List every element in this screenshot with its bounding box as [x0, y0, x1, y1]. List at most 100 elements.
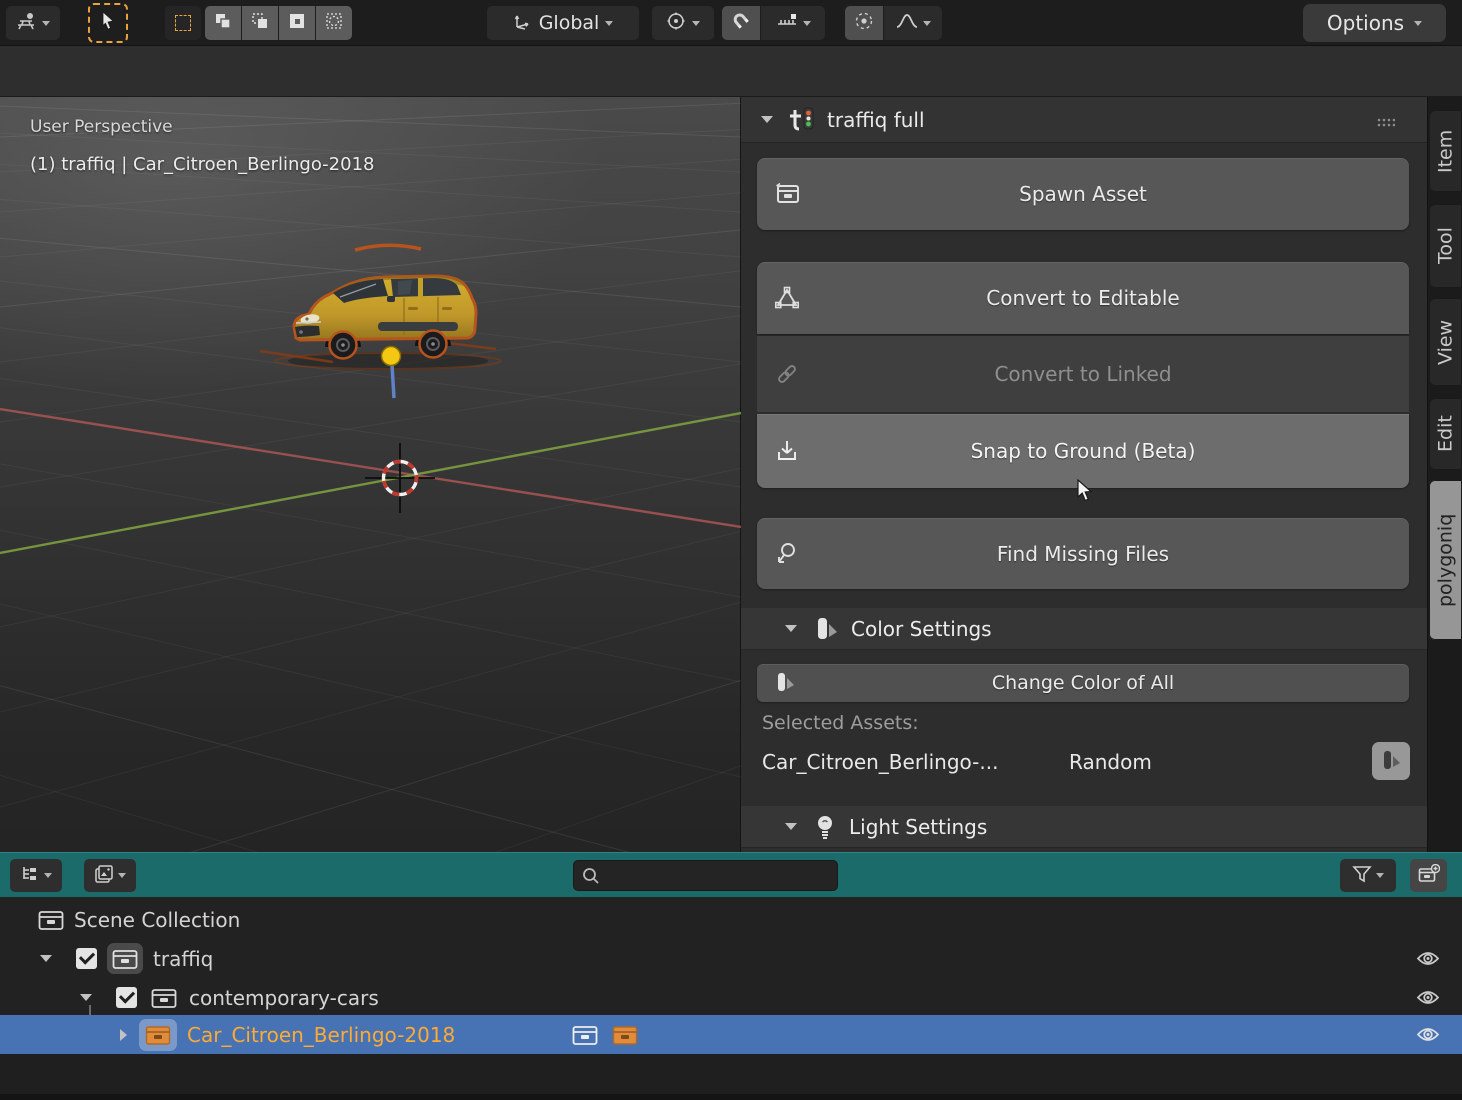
- outliner-search-input[interactable]: [573, 860, 838, 891]
- contemporary-cars-checkbox[interactable]: [116, 987, 137, 1008]
- chevron-down-icon: [44, 873, 52, 878]
- traffiq-logo-icon: [787, 105, 817, 135]
- outliner-row-traffiq[interactable]: traffiq: [0, 939, 1462, 978]
- proportional-edit-toggle[interactable]: [845, 6, 883, 40]
- mouse-cursor: [1076, 479, 1098, 507]
- sidebar-tab-strip: Item Tool View Edit polygoniq: [1427, 97, 1462, 852]
- snap-toggle-button[interactable]: [722, 6, 760, 40]
- chevron-down-icon: [1414, 21, 1422, 26]
- selected-asset-color-mode: Random: [1069, 750, 1152, 774]
- select-intersect-icon: [325, 12, 343, 34]
- mesh-data-icon: [775, 286, 799, 310]
- outliner-editor-type-button[interactable]: [10, 859, 62, 892]
- viewport-canvas[interactable]: User Perspective (1) traffiq | Car_Citro…: [0, 97, 741, 852]
- tab-item[interactable]: Item: [1429, 110, 1462, 192]
- light-settings-section-header[interactable]: Light Settings: [741, 806, 1427, 848]
- select-mode-invert-icon-button[interactable]: [279, 6, 315, 40]
- row-label: traffiq: [153, 947, 213, 971]
- traffiq-checkbox[interactable]: [76, 948, 97, 969]
- collection-instance-data-icon[interactable]: [612, 1024, 638, 1046]
- disclosure-down-icon[interactable]: [40, 955, 52, 962]
- funnel-icon: [1352, 865, 1372, 887]
- disclosure-down-icon: [785, 625, 797, 632]
- pivot-point-dropdown[interactable]: [652, 6, 714, 40]
- falloff-curve-icon: [896, 12, 918, 34]
- orientation-label: Global: [539, 12, 600, 34]
- eye-icon[interactable]: [1416, 950, 1440, 967]
- selected-asset-name: Car_Citroen_Berlingo-...: [762, 750, 998, 774]
- grip-dots-icon[interactable]: [1377, 113, 1395, 132]
- tab-tool-label: Tool: [1435, 228, 1457, 265]
- new-collection-button[interactable]: [1410, 859, 1447, 892]
- photos-icon: [94, 864, 114, 888]
- traffiq-panel-header[interactable]: traffiq full: [741, 97, 1427, 143]
- select-set-icon: [175, 15, 191, 31]
- eye-icon[interactable]: [1416, 1026, 1440, 1043]
- spawn-asset-button[interactable]: Spawn Asset: [757, 158, 1409, 230]
- select-mode-group: [205, 6, 352, 40]
- tab-view[interactable]: View: [1429, 298, 1462, 386]
- select-mode-subtract-button[interactable]: [242, 6, 278, 40]
- snap-to-ground-button[interactable]: Snap to Ground (Beta): [757, 414, 1409, 488]
- outliner-filter-button[interactable]: [1340, 859, 1396, 892]
- collection-instance-icon: [139, 1019, 177, 1051]
- collection-data-icon[interactable]: [572, 1024, 598, 1046]
- axis-y-green: [0, 413, 741, 553]
- asset-color-swatch-button[interactable]: [1372, 742, 1410, 780]
- change-color-of-all-button[interactable]: Change Color of All: [757, 664, 1409, 702]
- color-swatch-icon: [813, 616, 839, 642]
- editor-type-selector[interactable]: [6, 6, 60, 40]
- tab-tool[interactable]: Tool: [1429, 204, 1462, 288]
- magnet-icon: [731, 11, 751, 35]
- selected-assets-label: Selected Assets:: [762, 712, 919, 734]
- tool-settings-bar: Global: [0, 0, 1462, 46]
- select-mode-intersect-button[interactable]: [316, 6, 352, 40]
- select-mode-extend-button[interactable]: [205, 6, 241, 40]
- outliner-row-contemporary-cars[interactable]: contemporary-cars: [0, 978, 1462, 1017]
- falloff-dropdown[interactable]: [884, 6, 942, 40]
- view-perspective-label: User Perspective: [30, 117, 173, 137]
- snap-target-dropdown[interactable]: [761, 6, 825, 40]
- chevron-down-icon: [1376, 873, 1384, 878]
- eye-icon[interactable]: [1416, 989, 1440, 1006]
- collection-icon: [38, 909, 64, 931]
- axis-x-red: [0, 409, 741, 527]
- asset-box-icon: [775, 182, 801, 206]
- snap-to-ground-label: Snap to Ground (Beta): [971, 439, 1196, 463]
- color-swatch-icon: [1381, 750, 1401, 772]
- proportional-edit-icon: [854, 11, 874, 35]
- options-button[interactable]: Options: [1303, 4, 1446, 42]
- search-icon: [581, 866, 601, 890]
- select-mode-set-button[interactable]: [165, 6, 201, 40]
- chevron-down-icon: [803, 21, 811, 26]
- tab-polygoniq[interactable]: polygoniq: [1429, 480, 1462, 640]
- convert-to-editable-button[interactable]: Convert to Editable: [757, 262, 1409, 334]
- object-origin-dot: [382, 347, 401, 366]
- car-object[interactable]: [260, 245, 501, 398]
- chevron-down-icon: [923, 21, 931, 26]
- convert-to-editable-label: Convert to Editable: [986, 286, 1179, 310]
- outliner-header: [0, 852, 1462, 897]
- viewport-header: Object M... View Select Add Object: [0, 46, 1462, 97]
- cursor-select-icon: [99, 11, 117, 35]
- color-settings-section-header[interactable]: Color Settings: [741, 608, 1427, 650]
- convert-to-linked-button[interactable]: Convert to Linked: [757, 336, 1409, 412]
- find-missing-files-button[interactable]: Find Missing Files: [757, 518, 1409, 589]
- transform-orientation-dropdown[interactable]: Global: [487, 6, 639, 40]
- select-invert-icon: [288, 12, 306, 34]
- active-object-breadcrumb: (1) traffiq | Car_Citroen_Berlingo-2018: [30, 154, 374, 175]
- panel-title: traffiq full: [827, 108, 925, 132]
- proportional-edit-group: [845, 6, 942, 40]
- outliner-display-mode-button[interactable]: [84, 859, 136, 892]
- disclosure-right-icon[interactable]: [120, 1029, 127, 1041]
- outliner-row-car-citroen-berlingo[interactable]: Car_Citroen_Berlingo-2018: [0, 1015, 1462, 1054]
- collection-plus-icon: [1418, 864, 1440, 888]
- active-tool-select-box[interactable]: [88, 3, 128, 43]
- tab-polygoniq-label: polygoniq: [1435, 513, 1457, 606]
- row-label: contemporary-cars: [189, 986, 379, 1010]
- tab-edit[interactable]: Edit: [1429, 398, 1462, 470]
- outliner-row-scene-collection[interactable]: Scene Collection: [0, 900, 1462, 939]
- pivot-point-icon: [666, 11, 686, 35]
- outliner-body: Scene Collection traffiq contemporary-ca…: [0, 897, 1462, 1100]
- disclosure-down-icon[interactable]: [80, 994, 92, 1001]
